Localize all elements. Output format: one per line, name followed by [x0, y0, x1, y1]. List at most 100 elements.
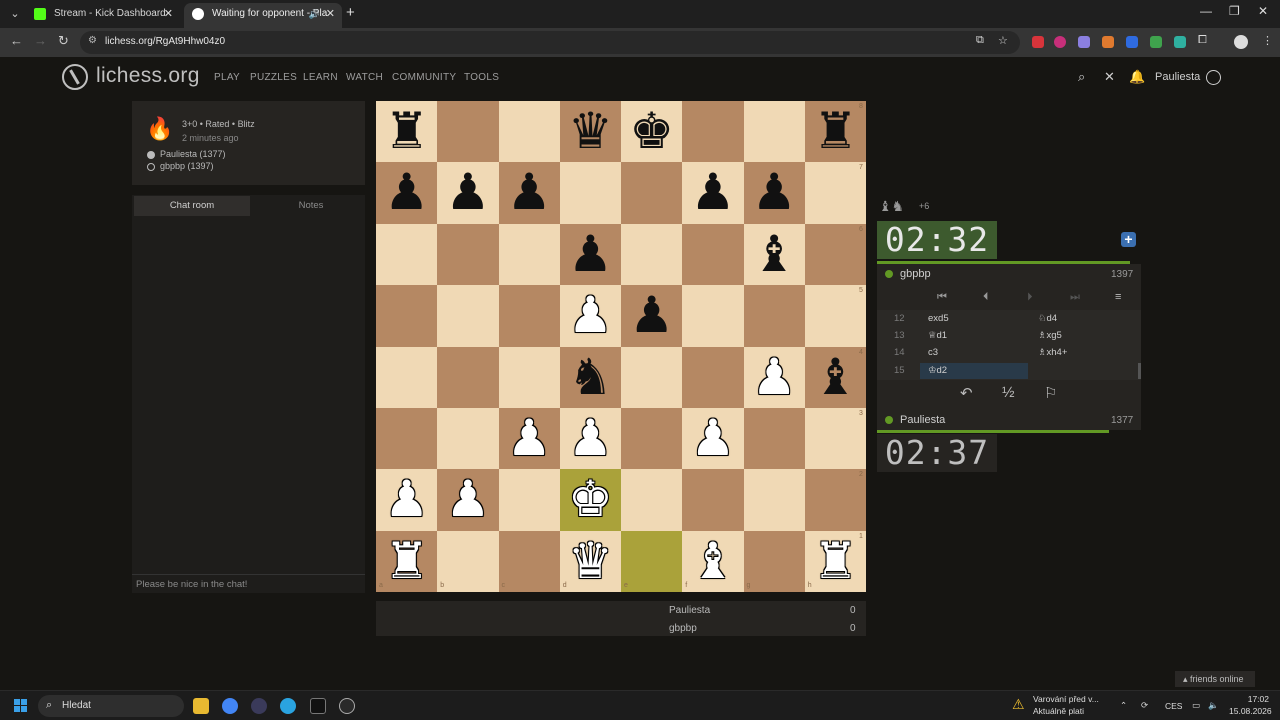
square-e4[interactable] [621, 346, 683, 408]
obs-icon[interactable] [251, 698, 267, 714]
lichess-logo-icon[interactable] [62, 64, 88, 90]
chess-board[interactable]: a b c d e f g h 8 7 6 5 4 3 2 1 ♜ ♛ ♚ ♜ ♟ ♟ ♟ ♟ ♟ ♟ ♝ ♟ ♟ ♞ ♟ ♝ ♟ ♟ ♟ ♟ ♟ ♚ ♜ ♛… [376, 101, 866, 593]
volume-icon[interactable]: 🔈 [1208, 700, 1219, 711]
black-player-link[interactable]: gbpbp (1397) [160, 161, 214, 171]
square-f2[interactable] [682, 469, 744, 531]
extension-icon[interactable] [1078, 36, 1090, 48]
square-e1[interactable] [621, 530, 683, 593]
last-move-icon[interactable]: ⏭ [1070, 291, 1080, 304]
player-name[interactable]: Pauliesta [900, 414, 945, 426]
black-bishop-g6[interactable]: ♝ [744, 224, 805, 285]
clock-date[interactable]: 15.08.2026 [1229, 706, 1272, 716]
white-bishop-f1[interactable]: ♝ [682, 531, 743, 592]
white-pawn-c3[interactable]: ♟ [499, 408, 560, 469]
extension-icon[interactable] [1126, 36, 1138, 48]
speaker-icon[interactable]: 🔊 [309, 3, 320, 25]
square-c6[interactable] [498, 223, 560, 286]
square-c5[interactable] [498, 285, 560, 347]
back-button[interactable]: ← [10, 33, 23, 48]
extension-icon[interactable] [1032, 36, 1044, 48]
score-player-name[interactable]: gbpbp [669, 623, 697, 634]
white-king-d2[interactable]: ♚ [560, 469, 621, 530]
square-f5[interactable] [682, 285, 744, 347]
square-g8[interactable] [743, 101, 805, 163]
black-pawn-b7[interactable]: ♟ [437, 162, 498, 223]
nav-watch[interactable]: WATCH [346, 72, 383, 83]
square-e7[interactable] [621, 162, 683, 224]
tab-kick-dashboard[interactable]: Stream - Kick Dashboard ✕ [26, 3, 180, 28]
square-f8[interactable] [682, 101, 744, 163]
square-c2[interactable] [498, 469, 560, 531]
square-b4[interactable] [437, 346, 499, 408]
square-h6[interactable] [804, 223, 866, 286]
close-icon[interactable]: ✕ [326, 3, 335, 25]
weather-notice-sub[interactable]: Aktuálně plati [1033, 706, 1084, 716]
extension-icon[interactable] [1102, 36, 1114, 48]
site-name[interactable]: lichess.org [96, 64, 200, 88]
white-pawn-d3[interactable]: ♟ [560, 408, 621, 469]
square-d7[interactable] [559, 162, 621, 224]
menu-dots-icon[interactable]: ⋮ [1262, 34, 1273, 47]
profile-avatar[interactable] [1234, 35, 1248, 49]
move-white[interactable]: c3 [928, 347, 938, 358]
square-b1[interactable] [437, 530, 499, 593]
white-pawn-g4[interactable]: ♟ [744, 347, 805, 408]
square-a3[interactable] [376, 408, 438, 470]
forward-button[interactable]: → [34, 33, 47, 48]
square-b5[interactable] [437, 285, 499, 347]
site-info-icon[interactable]: ⚙ [88, 35, 97, 46]
move-black[interactable]: ♘d4 [1038, 313, 1057, 324]
white-queen-d1[interactable]: ♛ [560, 531, 621, 592]
black-rook-h8[interactable]: ♜ [805, 101, 866, 162]
white-player-link[interactable]: Pauliesta (1377) [160, 149, 226, 159]
square-h5[interactable] [804, 285, 866, 347]
taskbar-search[interactable]: Hledat [38, 695, 184, 717]
move-white[interactable]: exd5 [928, 313, 949, 324]
extensions-puzzle-icon[interactable]: ⧠ [1198, 34, 1207, 47]
resign-flag-icon[interactable]: ⚐ [1044, 384, 1057, 402]
install-icon[interactable]: ⧉ [976, 34, 984, 47]
tab-list-button[interactable]: ⌄ [6, 5, 24, 23]
black-king-e8[interactable]: ♚ [621, 101, 682, 162]
white-pawn-b2[interactable]: ♟ [437, 469, 498, 530]
white-pawn-a2[interactable]: ♟ [376, 469, 437, 530]
first-move-icon[interactable]: ⏮ [937, 291, 947, 304]
square-b3[interactable] [437, 408, 499, 470]
square-b8[interactable] [437, 101, 499, 163]
close-icon[interactable]: ✕ [1104, 69, 1115, 85]
opponent-name[interactable]: gbpbp [900, 268, 931, 280]
telegram-icon[interactable] [280, 698, 296, 714]
tray-chevron-icon[interactable]: ⌃ [1120, 700, 1127, 711]
move-black[interactable]: ♗xh4+ [1038, 347, 1067, 358]
maximize-button[interactable]: ❐ [1229, 4, 1240, 18]
menu-icon[interactable]: ≡ [1115, 291, 1121, 303]
white-rook-h1[interactable]: ♜ [805, 531, 866, 592]
square-g3[interactable] [743, 408, 805, 470]
square-h2[interactable] [804, 469, 866, 531]
square-c4[interactable] [498, 346, 560, 408]
nav-play[interactable]: PLAY [214, 72, 240, 83]
black-pawn-g7[interactable]: ♟ [744, 162, 805, 223]
square-h3[interactable] [804, 408, 866, 470]
move-white[interactable]: ♔d2 [928, 365, 947, 376]
extension-icon[interactable] [1150, 36, 1162, 48]
square-c8[interactable] [498, 101, 560, 163]
reload-button[interactable]: ↻ [58, 33, 69, 49]
warning-icon[interactable]: ⚠ [1012, 696, 1025, 713]
takeback-icon[interactable]: ↶ [960, 384, 973, 402]
square-b6[interactable] [437, 223, 499, 286]
black-bishop-h4[interactable]: ♝ [805, 347, 866, 408]
minimize-button[interactable]: — [1200, 4, 1212, 18]
square-a4[interactable] [376, 346, 438, 408]
move-list-scrollbar[interactable] [1138, 363, 1141, 379]
next-move-icon[interactable]: ⏵ [1027, 291, 1033, 304]
square-f6[interactable] [682, 223, 744, 286]
white-rook-a1[interactable]: ♜ [376, 531, 437, 592]
prev-move-icon[interactable]: ⏴ [983, 291, 989, 304]
clock-time[interactable]: 17:02 [1229, 694, 1269, 704]
tab-notes[interactable]: Notes [253, 196, 369, 216]
nav-puzzles[interactable]: PUZZLES [250, 72, 297, 83]
extension-icon[interactable] [1054, 36, 1066, 48]
square-f4[interactable] [682, 346, 744, 408]
bell-icon[interactable]: 🔔 [1129, 69, 1145, 85]
